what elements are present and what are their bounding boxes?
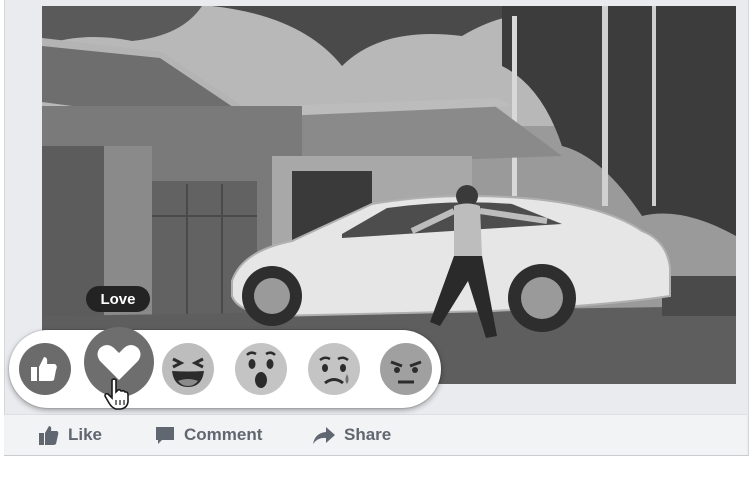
reaction-haha[interactable] bbox=[161, 342, 215, 396]
thumbs-up-reaction-icon bbox=[19, 343, 71, 395]
page-frame: Like Comment Share Love bbox=[0, 0, 753, 495]
comment-icon bbox=[156, 427, 174, 444]
reaction-wow[interactable] bbox=[234, 342, 288, 396]
like-button[interactable]: Like bbox=[38, 423, 102, 447]
surprised-face-icon bbox=[235, 343, 287, 395]
angry-face-icon bbox=[380, 343, 432, 395]
laughing-face-icon bbox=[162, 343, 214, 395]
reaction-tooltip: Love bbox=[86, 286, 150, 312]
share-button[interactable]: Share bbox=[312, 423, 391, 447]
reaction-angry[interactable] bbox=[379, 342, 433, 396]
reaction-like[interactable] bbox=[18, 342, 72, 396]
post-action-bar: Like Comment Share bbox=[4, 414, 747, 455]
comment-button[interactable]: Comment bbox=[154, 423, 262, 447]
crying-face-icon bbox=[308, 343, 360, 395]
hand-cursor-icon bbox=[104, 378, 130, 415]
reaction-sad[interactable] bbox=[307, 342, 361, 396]
like-button-label: Like bbox=[68, 425, 103, 444]
comment-button-label: Comment bbox=[184, 425, 263, 444]
thumbs-up-icon bbox=[39, 426, 59, 445]
share-button-label: Share bbox=[344, 425, 392, 444]
reaction-tooltip-label: Love bbox=[100, 290, 136, 308]
share-arrow-icon bbox=[313, 427, 335, 444]
reaction-picker bbox=[9, 327, 441, 408]
